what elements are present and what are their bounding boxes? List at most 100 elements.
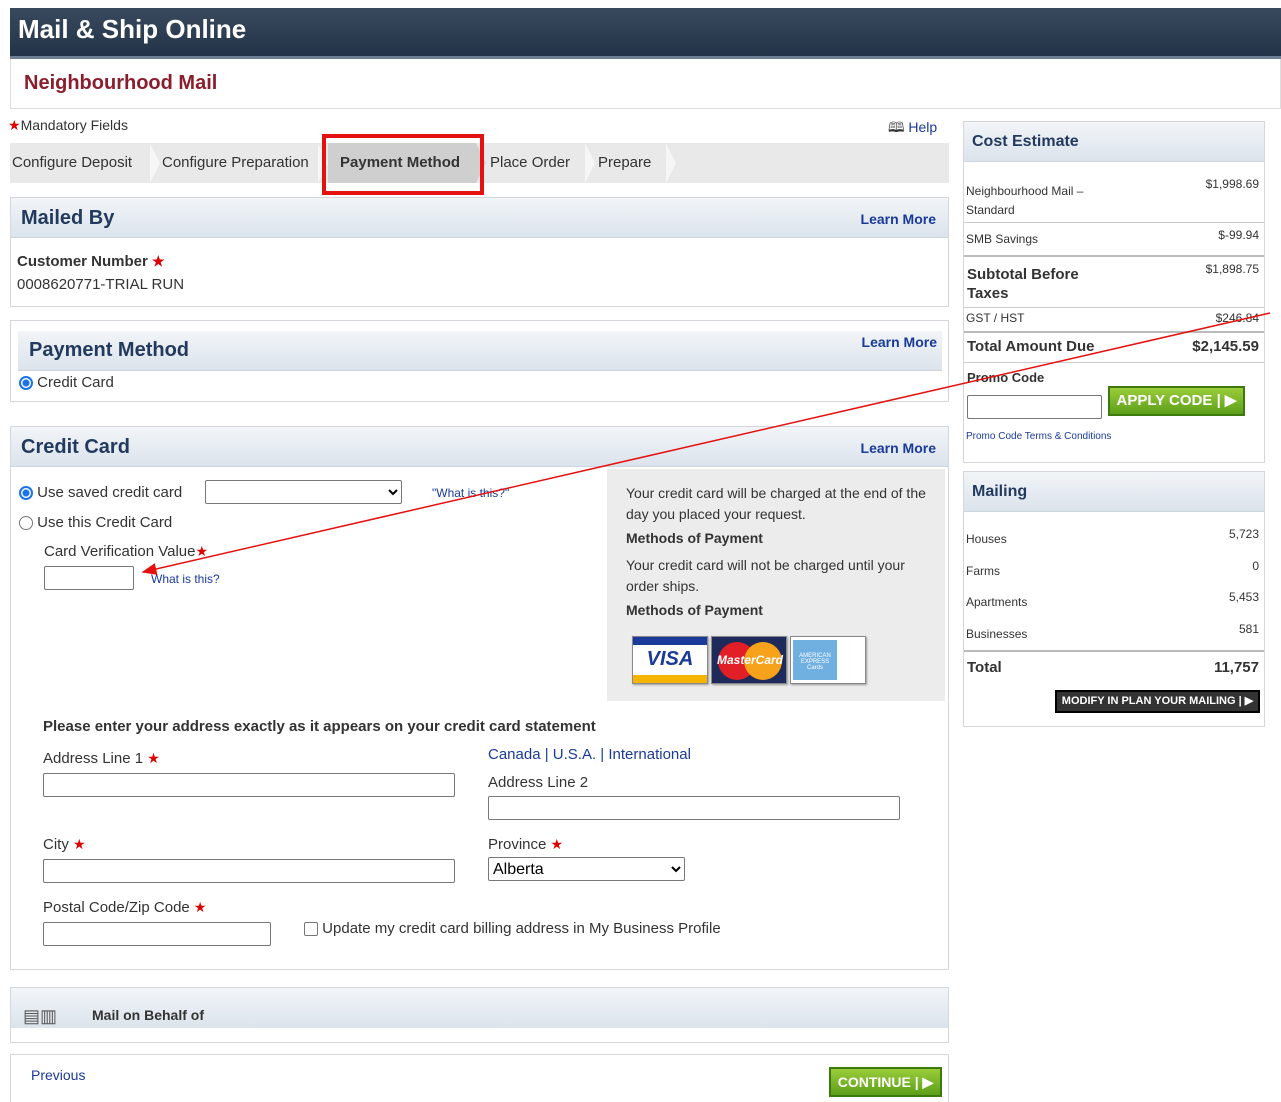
required-star-icon: ★ — [8, 117, 21, 133]
divider — [964, 331, 1264, 333]
use-this-card-row[interactable]: Use this Credit Card — [19, 514, 172, 531]
customer-number-label: Customer Number ★ — [17, 253, 165, 270]
apply-code-button[interactable]: APPLY CODE | ▶ — [1108, 386, 1245, 416]
payment-method-title: Payment Method — [29, 339, 190, 361]
credit-card-panel: Credit Card Learn More Use saved credit … — [10, 426, 949, 970]
required-star-icon: ★ — [193, 899, 207, 915]
address-line-1-input[interactable] — [43, 773, 455, 797]
step-configure-deposit[interactable]: Configure Deposit — [10, 143, 150, 183]
mailed-by-learn-more-link[interactable]: Learn More — [861, 211, 936, 227]
cvv-input[interactable] — [44, 566, 134, 590]
promo-code-label: Promo Code — [967, 370, 1045, 385]
step-separator — [585, 143, 595, 183]
mastercard-icon: MasterCard — [711, 636, 787, 684]
update-billing-address-row[interactable]: Update my credit card billing address in… — [304, 920, 721, 937]
city-label-text: City — [43, 836, 69, 853]
help-link[interactable]: 🕮 Help — [888, 117, 937, 141]
subtotal-value: $1,898.75 — [1205, 262, 1259, 276]
city-input[interactable] — [43, 859, 455, 883]
step-separator — [666, 143, 676, 183]
payment-method-header: Payment Method Learn More — [18, 331, 942, 371]
arrow-right-icon: | ▶ — [914, 1074, 934, 1090]
update-billing-address-label: Update my credit card billing address in… — [322, 920, 721, 937]
country-link-international[interactable]: International — [608, 746, 691, 763]
divider — [964, 255, 1264, 257]
country-link-canada[interactable]: Canada — [488, 746, 541, 763]
saved-card-what-is-this-link[interactable]: "What is this?" — [432, 486, 509, 500]
arrow-right-icon: | ▶ — [1238, 695, 1254, 707]
mailing-box: Mailing Houses 5,723 Farms 0 Apartments … — [963, 471, 1265, 727]
mailed-by-title: Mailed By — [21, 207, 115, 229]
amex-label: AMERICAN EXPRESS Cards — [793, 640, 837, 680]
active-step-annotation-box — [322, 134, 484, 195]
cost-estimate-box: Cost Estimate Neighbourhood Mail – Stand… — [963, 121, 1265, 463]
promo-code-input[interactable] — [967, 395, 1102, 419]
tax-value: $246.84 — [1215, 311, 1259, 325]
cost-estimate-header: Cost Estimate — [964, 122, 1264, 162]
mailing-row-label: Businesses — [966, 627, 1028, 641]
continue-button[interactable]: CONTINUE | ▶ — [829, 1067, 942, 1097]
use-this-card-radio[interactable] — [19, 516, 33, 531]
bottom-nav: Previous CONTINUE | ▶ — [10, 1054, 949, 1102]
help-label: Help — [908, 119, 938, 135]
amex-card-icon: AMERICAN EXPRESS Cards — [790, 636, 866, 684]
use-saved-card-row[interactable]: Use saved credit card — [19, 484, 182, 501]
payment-method-learn-more-link[interactable]: Learn More — [862, 334, 937, 350]
continue-label: CONTINUE — [837, 1074, 911, 1090]
country-link-usa[interactable]: U.S.A. — [553, 746, 596, 763]
required-star-icon: ★ — [152, 253, 165, 269]
mailing-row-value: 5,723 — [1228, 527, 1259, 541]
cvv-what-is-this-link[interactable]: What is this? — [151, 572, 220, 586]
saved-card-select[interactable] — [205, 480, 402, 504]
visa-label: VISA — [646, 648, 694, 670]
promo-terms-link[interactable]: Promo Code Terms & Conditions — [966, 431, 1111, 442]
book-icon: 🕮 — [888, 119, 905, 135]
mailing-row-label: Apartments — [966, 595, 1028, 609]
use-this-card-label: Use this Credit Card — [37, 514, 173, 531]
credit-card-learn-more-link[interactable]: Learn More — [861, 440, 936, 456]
address-line-2-input[interactable] — [488, 796, 900, 820]
credit-card-radio[interactable] — [19, 376, 33, 391]
mailing-row-label: Farms — [966, 564, 1000, 578]
mastercard-label: MasterCard — [716, 653, 784, 667]
credit-card-title: Credit Card — [21, 436, 130, 458]
required-star-icon: ★ — [147, 750, 160, 766]
tax-label: GST / HST — [966, 311, 1025, 325]
modify-plan-label: MODIFY IN PLAN YOUR MAILING — [1061, 695, 1236, 707]
modify-plan-button[interactable]: MODIFY IN PLAN YOUR MAILING | ▶ — [1055, 690, 1260, 713]
service-header: Neighbourhood Mail — [10, 59, 1281, 109]
step-place-order[interactable]: Place Order — [488, 143, 588, 183]
payment-method-panel: Payment Method Learn More Credit Card — [10, 320, 949, 402]
city-label: City ★ — [43, 836, 86, 853]
mailed-by-panel: Mailed By Learn More Customer Number ★ 0… — [10, 197, 949, 307]
credit-card-radio-row[interactable]: Credit Card — [19, 374, 114, 391]
postal-code-input[interactable] — [43, 922, 271, 946]
mailing-row-value: 581 — [1238, 622, 1259, 636]
previous-link[interactable]: Previous — [31, 1067, 85, 1083]
mailing-header: Mailing — [964, 472, 1264, 512]
methods-of-payment-1: Methods of Payment — [626, 530, 763, 546]
mail-on-behalf-panel[interactable]: ▤▥ Mail on Behalf of — [10, 987, 949, 1043]
step-separator — [150, 143, 160, 183]
methods-of-payment-2: Methods of Payment — [626, 602, 763, 618]
cvv-label-text: Card Verification Value — [44, 543, 196, 560]
arrow-right-icon: | ▶ — [1216, 392, 1237, 409]
province-select[interactable]: Alberta — [488, 857, 685, 881]
mailing-row-label: Houses — [966, 532, 1007, 546]
update-billing-address-checkbox[interactable] — [304, 922, 318, 937]
visa-card-icon: VISA — [632, 636, 708, 684]
cost-estimate-title: Cost Estimate — [972, 133, 1079, 150]
app-title: Mail & Ship Online — [18, 14, 247, 44]
mailing-row-value: 0 — [1252, 559, 1259, 573]
mailing-title: Mailing — [972, 483, 1028, 500]
divider — [964, 307, 1264, 308]
mailing-total-label: Total — [967, 659, 1002, 676]
step-prepare[interactable]: Prepare — [596, 143, 668, 183]
step-configure-preparation[interactable]: Configure Preparation — [160, 143, 318, 183]
use-saved-card-radio[interactable] — [19, 486, 33, 501]
required-star-icon: ★ — [73, 836, 86, 852]
cost-row-value: $1,998.69 — [1205, 177, 1259, 191]
province-label-text: Province — [488, 836, 547, 853]
required-star-icon: ★ — [550, 836, 564, 852]
mandatory-label: Mandatory Fields — [20, 117, 128, 133]
